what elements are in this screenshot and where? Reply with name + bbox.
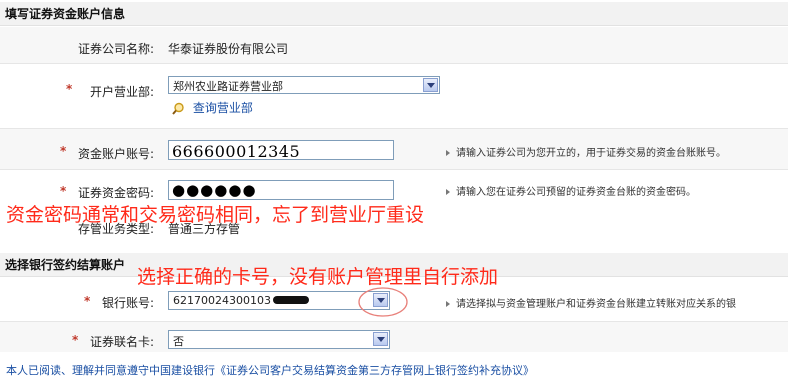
fund-password-input[interactable]: ●●●●●●	[168, 180, 394, 200]
branch-select[interactable]: 郑州农业路证券营业部	[168, 76, 440, 94]
section-header-fund-account: 填写证券资金账户信息	[0, 2, 788, 26]
divider	[0, 169, 788, 170]
fund-password-hint: 请输入您在证券公司预留的证券资金台账的资金密码。	[446, 183, 696, 198]
agreement-text[interactable]: 本人已阅读、理解并同意遵守中国建设银行《证券公司客户交易结算资金第三方存管网上银…	[6, 362, 534, 378]
arrow-right-icon	[446, 301, 450, 307]
redaction-mark	[273, 296, 309, 304]
query-branch-link-wrap[interactable]: 查询营业部	[172, 99, 253, 116]
broker-name: 华泰证券股份有限公司	[168, 42, 289, 56]
arrow-right-icon	[446, 150, 450, 156]
chevron-down-icon[interactable]	[373, 332, 388, 346]
branch-selected: 郑州农业路证券营业部	[173, 80, 283, 93]
section-title: 填写证券资金账户信息	[5, 7, 126, 21]
bank-account-selected: 62170024300103	[173, 294, 271, 307]
fund-account-hint: 请输入证券公司为您开立的，用于证券交易的资金台账账号。	[446, 144, 726, 159]
section-title: 选择银行签约结算账户	[5, 258, 126, 272]
fund-account-label: 资金账户账号:	[77, 147, 154, 161]
fund-account-input[interactable]: 666600012345	[168, 140, 394, 161]
bank-account-hint: 请选择拟与资金管理账户和证券资金台账建立转账对应关系的银	[446, 295, 736, 310]
divider	[0, 63, 788, 64]
fund-account-value: 666600012345	[172, 142, 301, 161]
bank-account-label: 银行账号:	[101, 296, 154, 310]
linked-card-label: 证券联名卡:	[89, 335, 154, 349]
deposit-type-value: 普通三方存管	[168, 222, 241, 236]
linked-card-selected: 否	[173, 335, 184, 348]
fund-password-label: 证券资金密码:	[77, 186, 154, 200]
annotation-card-note: 选择正确的卡号，没有账户管理里自行添加	[137, 266, 499, 288]
query-branch-link[interactable]: 查询营业部	[193, 101, 253, 115]
deposit-type-label: 存管业务类型:	[77, 222, 154, 236]
fund-password-masked: ●●●●●●	[172, 181, 257, 199]
chevron-down-icon[interactable]	[423, 78, 438, 92]
arrow-right-icon	[446, 189, 450, 195]
linked-card-select[interactable]: 否	[168, 330, 390, 349]
branch-label: 开户营业部:	[89, 85, 154, 99]
broker-label: 证券公司名称:	[77, 42, 154, 56]
highlight-circle	[358, 287, 408, 317]
search-icon	[172, 102, 184, 115]
